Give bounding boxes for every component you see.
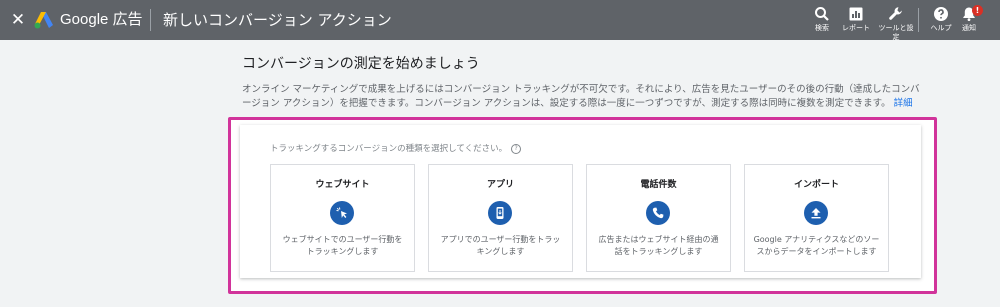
- option-description: アプリでのユーザー行動をトラッキングします: [440, 235, 561, 256]
- description: オンライン マーケティングで成果を上げるにはコンバージョン トラッキングが不可欠…: [242, 83, 922, 111]
- option-description: Google アナリティクスなどのソースからデータをインポートします: [753, 235, 880, 256]
- highlight-frame: トラッキングするコンバージョンの種類を選択してください。? ウェブサイト ウェブ…: [228, 117, 937, 294]
- close-icon[interactable]: ✕: [8, 10, 28, 30]
- option-import[interactable]: インポート Google アナリティクスなどのソースからデータをインポートします: [744, 164, 889, 272]
- report-button[interactable]: レポート: [838, 6, 874, 33]
- option-description: ウェブサイトでのユーザー行動をトラッキングします: [282, 235, 403, 256]
- help-icon[interactable]: ?: [511, 144, 522, 154]
- phone-icon: [646, 201, 670, 225]
- selection-prompt: トラッキングするコンバージョンの種類を選択してください。?: [270, 143, 522, 155]
- tools-settings-button[interactable]: ツールと設定: [878, 6, 914, 42]
- option-title: ウェブサイト: [315, 180, 370, 190]
- details-link[interactable]: 詳細: [894, 98, 913, 109]
- option-app[interactable]: アプリ アプリでのユーザー行動をトラッキングします: [428, 164, 573, 272]
- brand-name: Google 広告: [60, 11, 143, 28]
- mobile-app-icon: [488, 201, 512, 225]
- tools-settings-label: ツールと設定: [878, 24, 914, 41]
- report-icon: [849, 7, 863, 21]
- option-title: インポート: [793, 180, 839, 190]
- section-title: コンバージョンの測定を始めましょう: [242, 56, 480, 72]
- upload-icon: [804, 201, 828, 225]
- option-title: アプリ: [486, 180, 514, 190]
- notification-badge: !: [972, 5, 983, 16]
- conversion-type-card: トラッキングするコンバージョンの種類を選択してください。? ウェブサイト ウェブ…: [240, 125, 921, 278]
- google-ads-logo-icon: [34, 12, 53, 29]
- option-phone-calls[interactable]: 電話件数 広告またはウェブサイト経由の通話をトラッキングします: [586, 164, 731, 272]
- header-divider: [150, 9, 151, 31]
- option-description: 広告またはウェブサイト経由の通話をトラッキングします: [598, 235, 719, 256]
- cursor-click-icon: [330, 201, 354, 225]
- search-button[interactable]: 検索: [804, 6, 840, 33]
- search-icon: [815, 7, 829, 21]
- notifications-label: 通知: [962, 24, 976, 32]
- wrench-icon: [889, 7, 902, 20]
- selection-prompt-text: トラッキングするコンバージョンの種類を選択してください。: [270, 144, 508, 154]
- top-app-bar: ✕ Google 広告 新しいコンバージョン アクション 検索 レポート ツール…: [0, 0, 1000, 42]
- page-title: 新しいコンバージョン アクション: [163, 11, 392, 29]
- report-label: レポート: [842, 24, 870, 32]
- option-website[interactable]: ウェブサイト ウェブサイトでのユーザー行動をトラッキングします: [270, 164, 415, 272]
- help-icon: [934, 7, 948, 21]
- search-label: 検索: [815, 24, 829, 32]
- notifications-button[interactable]: ! 通知: [951, 5, 987, 33]
- toolbar-divider: [918, 8, 919, 32]
- description-text: オンライン マーケティングで成果を上げるにはコンバージョン トラッキングが不可欠…: [242, 84, 920, 109]
- option-title: 電話件数: [640, 180, 677, 190]
